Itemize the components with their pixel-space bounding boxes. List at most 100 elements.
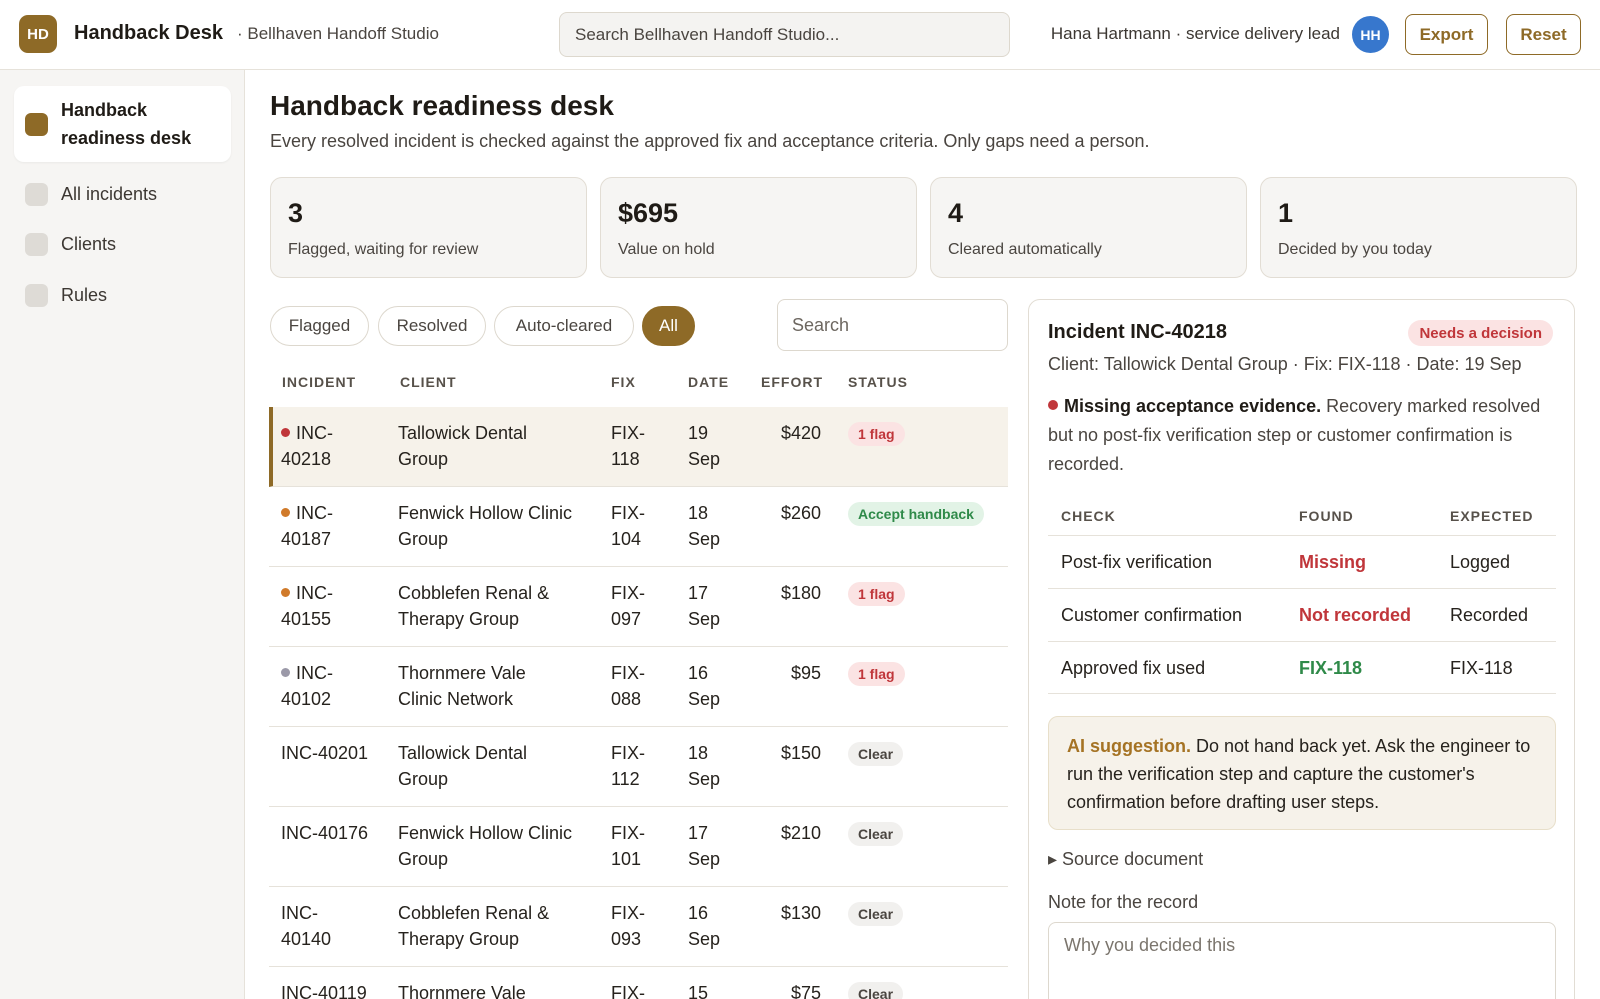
alert-dot-icon [1048,400,1058,410]
sidebar-item-label: Handback readiness desk [61,100,192,148]
note-textarea[interactable]: Why you decided this [1048,922,1556,999]
app-logo: HD [19,15,57,53]
workspace-name: · Bellhaven Handoff Studio [237,24,439,43]
ai-suggestion: AI suggestion. Do not hand back yet. Ask… [1048,716,1556,830]
cell-effort: $420 [780,423,821,443]
stat-card-flagged: 3 Flagged, waiting for review [270,177,587,278]
status-badge: 1 flag [848,662,905,686]
cell-client: Thornmere Vale [398,983,526,999]
note-label: Note for the record [1048,892,1199,912]
cell-incident: INC-40119 [281,983,367,999]
top-bar: HD Handback Desk · Bellhaven Handoff Stu… [0,0,1600,70]
cell-incident: INC-40176 [281,823,369,843]
cell-client: Cobblefen Renal & Therapy Group [398,583,550,629]
sidebar-item-clients[interactable]: Clients [14,226,231,262]
filter-chip-resolved[interactable]: Resolved [378,306,486,346]
column-header-effort[interactable]: EFFORT [761,374,823,390]
cell-client: Thornmere Vale Clinic Network [398,663,526,709]
table-row[interactable]: INC- 40102 Thornmere Vale Clinic Network FIX… [269,647,1008,727]
cell-client: Tallowick Dental Group [398,743,528,789]
status-dot-icon [281,428,290,437]
table-row[interactable]: INC- 40140 Cobblefen Renal & Therapy Group F… [269,887,1008,967]
filter-chip-auto-cleared[interactable]: Auto-cleared [494,306,634,346]
nav-square-icon [25,112,48,136]
cell-date: 16 Sep [688,903,721,949]
filter-chip-flagged[interactable]: Flagged [270,306,369,346]
avatar[interactable]: HH [1352,16,1389,53]
stat-value: 3 [288,198,304,228]
check-found: Not recorded [1299,605,1412,625]
status-badge: 1 flag [848,422,905,446]
cell-fix: FIX- 097 [611,583,645,629]
stat-value: $695 [618,198,679,228]
table-row[interactable]: INC- 40218 Tallowick Dental Group FIX- 118 19 S… [269,407,1008,487]
column-header-date[interactable]: DATE [688,374,729,390]
sidebar-item-label: Rules [61,284,108,305]
sidebar-item-rules[interactable]: Rules [14,277,231,313]
table-row[interactable]: INC-40201 Tallowick Dental Group FIX- 112 18 S… [269,727,1008,807]
column-header-incident[interactable]: INCIDENT [282,374,356,390]
ai-suggestion-label: AI suggestion. [1067,736,1192,756]
table-row[interactable]: INC-40119 Thornmere Vale FIX- 15 $75 Clear [269,967,1008,999]
cell-effort: $95 [790,663,821,683]
app-title: Handback Desk [74,22,223,44]
cell-client: Fenwick Hollow Clinic Group [398,823,573,869]
cell-effort: $130 [780,903,821,923]
cell-effort: $150 [780,743,821,763]
check-header-check: CHECK [1061,508,1116,524]
export-button[interactable]: Export [1405,14,1488,55]
cell-client: Tallowick Dental Group [398,423,528,469]
stat-card-decided: 1 Decided by you today [1260,177,1577,278]
stat-card-value-on-hold: $695 Value on hold [600,177,917,278]
cell-fix: FIX- 093 [611,903,645,949]
check-row: Customer confirmation Not recorded Recor… [1048,588,1556,641]
sidebar-item-label: Clients [61,233,117,254]
page-title: Handback readiness desk [270,90,614,121]
column-header-fix[interactable]: FIX [611,374,636,390]
check-row: Approved fix used FIX-118 FIX-118 [1048,641,1556,694]
cell-effort: $210 [780,823,821,843]
reset-button[interactable]: Reset [1506,14,1581,55]
stat-label: Cleared automatically [948,241,1102,258]
table-row[interactable]: INC- 40155 Cobblefen Renal & Therapy Group F… [269,567,1008,647]
filter-chip-all[interactable]: All [642,306,695,346]
status-dot-icon [281,668,290,677]
page-subtitle: Every resolved incident is checked again… [270,131,1150,151]
detail-meta: Client: Tallowick Dental Group · Fix: FI… [1048,354,1522,374]
cell-fix: FIX- 112 [611,743,645,789]
nav-square-icon [25,232,48,256]
source-document-toggle[interactable]: ▸ Source document [1048,849,1203,870]
check-header-expected: EXPECTED [1450,508,1534,524]
stat-value: 4 [948,198,964,228]
stat-card-cleared: 4 Cleared automatically [930,177,1247,278]
table-row[interactable]: INC-40176 Fenwick Hollow Clinic Group FIX- 1… [269,807,1008,887]
status-badge: Clear [848,982,904,999]
check-row: Post-fix verification Missing Logged [1048,535,1556,588]
column-header-client[interactable]: CLIENT [400,374,457,390]
cell-date: 16 Sep [688,663,721,709]
nav-square-icon [25,283,48,307]
status-badge: Needs a decision [1408,320,1553,346]
status-badge: 1 flag [848,582,905,606]
detail-title: Incident INC-40218 [1048,321,1227,343]
check-name: Post-fix verification [1061,552,1213,572]
table-row[interactable]: INC- 40187 Fenwick Hollow Clinic Group FIX- 1… [269,487,1008,567]
cell-incident: INC-40201 [281,743,369,763]
column-header-status[interactable]: STATUS [848,374,908,390]
cell-effort: $75 [790,983,821,999]
stat-value: 1 [1278,198,1294,228]
sidebar-item-handback-readiness-desk[interactable]: Handback readiness desk [14,86,231,162]
incident-search-input[interactable]: Search [777,299,1008,351]
sidebar: Handback readiness desk All incidents Cl… [0,70,245,999]
global-search-input[interactable]: Search Bellhaven Handoff Studio... [559,12,1010,57]
check-expected: Recorded [1450,605,1529,625]
nav-square-icon [25,182,48,206]
status-dot-icon [281,588,290,597]
check-header-found: FOUND [1299,508,1354,524]
cell-effort: $260 [780,503,821,523]
sidebar-item-all-incidents[interactable]: All incidents [14,176,231,212]
status-badge: Clear [848,742,904,766]
stat-label: Value on hold [618,241,715,258]
cell-fix: FIX- [611,983,645,999]
cell-incident: INC- 40218 [281,423,333,469]
